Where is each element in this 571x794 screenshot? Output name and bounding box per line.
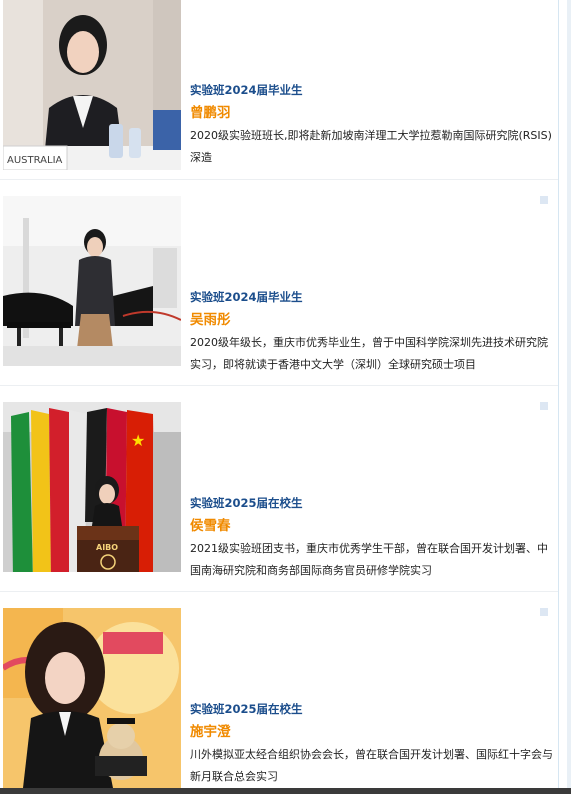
profile-name: 吴雨彤 [190,312,231,328]
country-placard-text: AUSTRALIA [7,155,63,166]
podium-label-text: AIBO [96,543,118,552]
piano-photo-image [3,196,181,366]
profile-name: 施宇澄 [190,724,231,740]
profile-card: 实验班2025届在校生 施宇澄 川外模拟亚太经合组织协会会长，曾在联合国开发计划… [0,600,558,788]
profile-text: 实验班2024届毕业生 曾鹏羽 2020级实验班班长,即将赴新加坡南洋理工大学拉… [190,82,554,169]
podium-flags-photo-image: ★ AIBO [3,402,181,572]
profile-photo: AUSTRALIA [3,0,181,170]
profile-photo [3,608,181,788]
corner-marker [540,402,548,410]
profile-class-line: 实验班2024届毕业生 [190,83,303,97]
profile-description: 2021级实验班团支书，重庆市优秀学生干部，曾在联合国开发计划署、中国南海研究院… [190,542,548,577]
profile-name: 曾鹏羽 [190,105,231,121]
profile-description: 川外模拟亚太经合组织协会会长，曾在联合国开发计划署、国际红十字会与新月联合总会实… [190,748,553,783]
profile-card: ★ AIBO 实验班2025届在校生 侯雪春 2021级实验班团支书，重庆市优秀… [0,394,558,592]
corner-marker [540,608,548,616]
graduation-photo-image [3,608,181,788]
profile-card: AUSTRALIA 实验班2024届毕业生 曾鹏羽 2020级实验班班长,即将赴… [0,0,558,180]
profile-class-line: 实验班2025届在校生 [190,702,303,716]
profile-text: 实验班2025届在校生 侯雪春 2021级实验班团支书，重庆市优秀学生干部，曾在… [190,495,554,582]
profile-text: 实验班2024届毕业生 吴雨彤 2020级年级长，重庆市优秀毕业生，曾于中国科学… [190,289,554,376]
bottom-edge-bar [0,788,571,794]
corner-marker [540,196,548,204]
conference-photo-image: AUSTRALIA [3,0,181,170]
profile-photo: ★ AIBO [3,402,181,572]
profile-name: 侯雪春 [190,518,231,534]
profile-class-line: 实验班2025届在校生 [190,496,303,510]
profile-class-line: 实验班2024届毕业生 [190,290,303,304]
svg-text:★: ★ [131,431,145,450]
card-divider [0,591,558,592]
card-divider [0,385,558,386]
profile-description: 2020级实验班班长,即将赴新加坡南洋理工大学拉惹勒南国际研究院(RSIS)深造 [190,129,552,164]
card-divider [0,179,558,180]
profile-photo [3,196,181,366]
profile-card: 实验班2024届毕业生 吴雨彤 2020级年级长，重庆市优秀毕业生，曾于中国科学… [0,188,558,386]
profile-description: 2020级年级长，重庆市优秀毕业生，曾于中国科学院深圳先进技术研究院实习，即将就… [190,336,548,371]
scrollbar-track[interactable] [567,0,571,794]
content-right-border [558,0,559,794]
profile-text: 实验班2025届在校生 施宇澄 川外模拟亚太经合组织协会会长，曾在联合国开发计划… [190,701,554,788]
